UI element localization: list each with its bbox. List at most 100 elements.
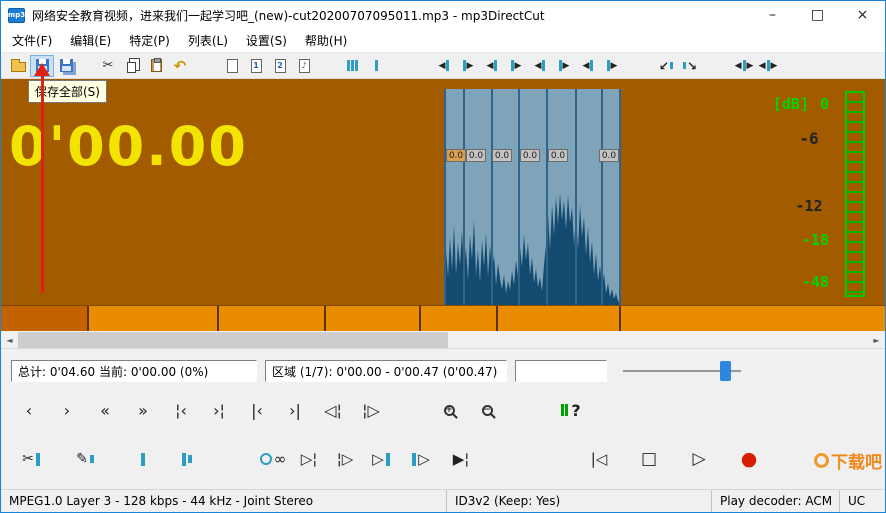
- set-begin-button[interactable]: [129, 444, 157, 474]
- menu-list[interactable]: 列表(L): [179, 29, 237, 52]
- status-id3: ID3v2 (Keep: Yes): [446, 490, 711, 512]
- menu-help[interactable]: 帮助(H): [296, 29, 356, 52]
- vu-meter-button[interactable]: [340, 55, 364, 77]
- region-play-button[interactable]: ▷: [407, 444, 435, 474]
- crop-button[interactable]: ✂: [17, 444, 45, 474]
- maximize-button[interactable]: □: [795, 1, 840, 29]
- region-gain-value[interactable]: 0.0: [492, 149, 512, 162]
- close-button[interactable]: ×: [840, 1, 885, 29]
- pencil-icon: ✎: [76, 451, 88, 467]
- time-info: 总计: 0'04.60 当前: 0'00.00 (0%): [11, 360, 257, 382]
- zoom-out-button[interactable]: −: [475, 397, 499, 423]
- region-gain-value[interactable]: 0.0: [446, 149, 466, 162]
- db-tick-0: 0: [819, 95, 829, 113]
- pause-detect-button[interactable]: ?: [559, 397, 583, 423]
- stop-button[interactable]: □: [635, 444, 663, 474]
- next-pause-button[interactable]: ¦▷: [359, 397, 383, 423]
- open-button[interactable]: [6, 55, 30, 77]
- scroll-left-button[interactable]: ◄: [1, 332, 18, 348]
- play-button[interactable]: ▷: [685, 444, 713, 474]
- prev-pause-button[interactable]: ◁¦: [321, 397, 345, 423]
- waveform-display[interactable]: 0'00.00 0.0 0.0 0.0 0.0 0.0 0.0 [dB] 0 -…: [1, 79, 885, 305]
- position-segment[interactable]: [498, 306, 621, 331]
- skip-start-button[interactable]: |◁: [585, 444, 613, 474]
- menu-file[interactable]: 文件(F): [3, 29, 61, 52]
- scroll-right-button[interactable]: ►: [868, 332, 885, 348]
- vu-bars-icon: [346, 60, 350, 71]
- undo-button[interactable]: ↶: [168, 55, 192, 77]
- tag-edit-button[interactable]: ♪: [292, 55, 316, 77]
- status-uc: UC: [839, 490, 885, 512]
- save-all-button[interactable]: [54, 55, 78, 77]
- window-controls: – □ ×: [750, 1, 885, 29]
- playback-controls: ✂ ✎ ∞ ▷¦ ¦▷ ▷ ▷ ▶¦ |◁ □ ▷ ●: [1, 439, 885, 479]
- play-from-cursor-button[interactable]: ▷¦: [295, 444, 323, 474]
- level-meter: [845, 91, 865, 297]
- position-segment[interactable]: [326, 306, 421, 331]
- cue-right-button[interactable]: ▶: [456, 55, 480, 77]
- zoom-in-button[interactable]: +: [437, 397, 461, 423]
- begin-right-button[interactable]: ▶: [504, 55, 528, 77]
- begin-left-button[interactable]: ◀: [480, 55, 504, 77]
- next-cue-button[interactable]: ›¦: [207, 397, 231, 423]
- end-left-button[interactable]: ◀: [528, 55, 552, 77]
- scrollbar-thumb[interactable]: [18, 332, 448, 348]
- record-button[interactable]: ●: [735, 444, 763, 474]
- waveform-panel[interactable]: 0.0 0.0 0.0 0.0 0.0 0.0: [444, 89, 621, 305]
- slider-thumb[interactable]: [719, 361, 731, 381]
- copy-button[interactable]: [120, 55, 144, 77]
- play-to-cursor-button[interactable]: ¦▷: [331, 444, 359, 474]
- prev-frame-button[interactable]: ‹: [17, 397, 41, 423]
- set-end-button[interactable]: [173, 444, 201, 474]
- end-right-button[interactable]: ▶: [552, 55, 576, 77]
- region-divider: [518, 89, 520, 305]
- position-segment[interactable]: [621, 306, 885, 331]
- fast-rewind-button[interactable]: «: [93, 397, 117, 423]
- move-cut-right-button[interactable]: ◀ ▶: [756, 55, 780, 77]
- arrow-left-icon: ◀: [438, 60, 446, 71]
- step-left-button[interactable]: ◀: [576, 55, 600, 77]
- watermark-logo: [814, 453, 829, 468]
- position-segment-current[interactable]: [1, 306, 89, 331]
- region-end-button[interactable]: ›|: [283, 397, 307, 423]
- paste-button[interactable]: [144, 55, 168, 77]
- fade-in-button[interactable]: ↙: [654, 55, 678, 77]
- fast-forward-button[interactable]: »: [131, 397, 155, 423]
- region-start-button[interactable]: |‹: [245, 397, 269, 423]
- cut-button[interactable]: ✂: [96, 55, 120, 77]
- pause-play-button[interactable]: ▶¦: [447, 444, 475, 474]
- volume-slider[interactable]: [623, 360, 741, 382]
- region-gain-value[interactable]: 0.0: [599, 149, 619, 162]
- menu-edit[interactable]: 编辑(E): [61, 29, 120, 52]
- region-gain-value[interactable]: 0.0: [548, 149, 568, 162]
- step-right-button[interactable]: ▶: [600, 55, 624, 77]
- loop-button[interactable]: ∞: [259, 444, 287, 474]
- minimize-button[interactable]: –: [750, 1, 795, 29]
- document-icon: [226, 58, 238, 73]
- position-segment[interactable]: [219, 306, 326, 331]
- region-gain-value[interactable]: 0.0: [466, 149, 486, 162]
- file-info-button[interactable]: [220, 55, 244, 77]
- db-tick-12: -12: [795, 197, 823, 215]
- next-frame-button[interactable]: ›: [55, 397, 79, 423]
- horizontal-scrollbar[interactable]: ◄ ►: [1, 331, 885, 349]
- fade-out-button[interactable]: ↘: [678, 55, 702, 77]
- navigation-controls: ‹ › « » ¦‹ ›¦ |‹ ›| ◁¦ ¦▷ + − ?: [1, 395, 885, 425]
- preview-play-button[interactable]: ▷: [367, 444, 395, 474]
- position-segment[interactable]: [89, 306, 219, 331]
- position-segment[interactable]: [421, 306, 498, 331]
- region-gain-value[interactable]: 0.0: [520, 149, 540, 162]
- menu-settings[interactable]: 设置(S): [237, 29, 296, 52]
- id3v2-tag-button[interactable]: 2: [268, 55, 292, 77]
- cue-left-button[interactable]: ◀: [432, 55, 456, 77]
- save-button[interactable]: [30, 54, 54, 77]
- status-bar: MPEG1.0 Layer 3 - 128 kbps - 44 kHz - Jo…: [1, 489, 885, 512]
- move-cut-left-button[interactable]: ◀ ▶: [732, 55, 756, 77]
- vu-single-button[interactable]: [364, 55, 388, 77]
- edit-cue-button[interactable]: ✎: [71, 444, 99, 474]
- id3v1-tag-button[interactable]: 1: [244, 55, 268, 77]
- prev-cue-button[interactable]: ¦‹: [169, 397, 193, 423]
- time-display: 0'00.00: [9, 115, 248, 178]
- menu-special[interactable]: 特定(P): [120, 29, 179, 52]
- position-bar[interactable]: [1, 305, 885, 331]
